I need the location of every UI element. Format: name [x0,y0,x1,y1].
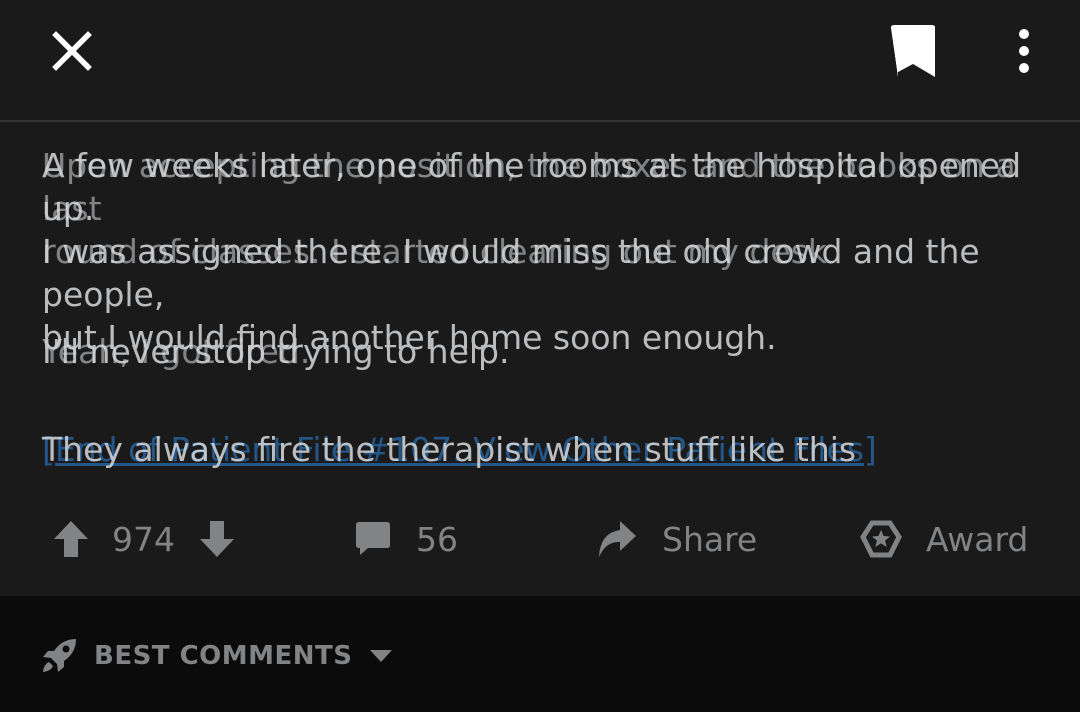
post-paragraph: They always fire the therapist when stuf… [42,430,857,469]
rocket-icon [43,639,76,672]
vote-score: 974 [112,519,175,559]
award-label: Award [926,519,1029,559]
more-vertical-icon[interactable] [1004,26,1044,76]
comments-count: 56 [416,519,458,559]
comment-bubble-icon [356,522,390,555]
award-button[interactable]: Award [860,516,1028,562]
comment-sort-button[interactable]: BEST COMMENTS [40,636,393,676]
comments-button[interactable]: 56 [354,516,458,562]
close-icon[interactable] [48,27,96,75]
bookmark-icon[interactable] [888,24,938,78]
share-button[interactable]: Share [596,516,757,562]
top-bar [0,0,1080,122]
comment-sort-label: BEST COMMENTS [94,641,353,671]
post-paragraph: A few weeks later, one of the rooms at t… [42,146,1022,357]
share-label: Share [662,519,758,559]
post-actions-bar: 974 56 Share Award [0,496,1080,586]
post-text: A few weeks later, one of the rooms at t… [42,144,1022,469]
comments-header: BEST COMMENTS [0,596,1080,712]
downvote-arrow-icon[interactable] [198,516,238,562]
upvote-arrow-icon[interactable] [52,516,92,562]
chevron-down-icon [369,650,392,662]
award-icon [860,520,902,558]
post-paragraph: I'll never stop trying to help. [42,332,510,371]
share-arrow-icon [599,521,636,557]
